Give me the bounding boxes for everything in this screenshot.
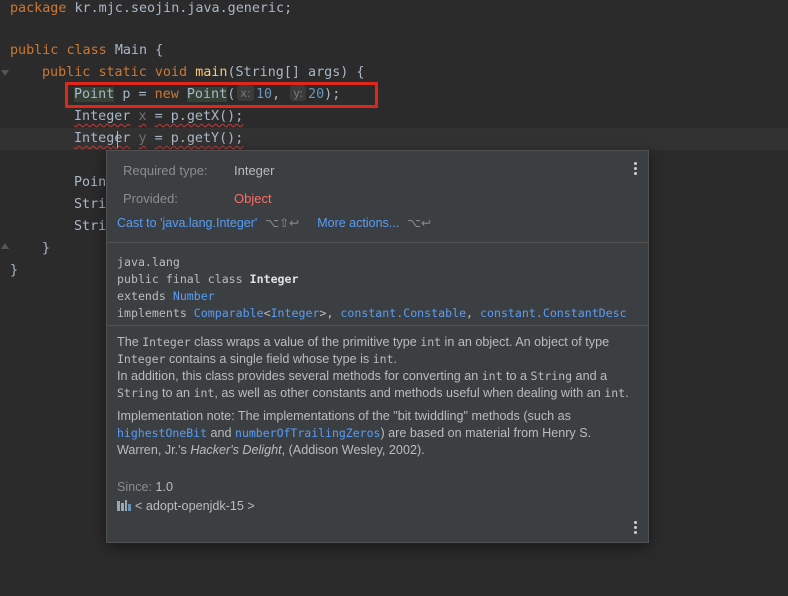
class-declaration: java.lang public final class Integer ext… — [117, 255, 627, 320]
cast-action-link[interactable]: Cast to 'java.lang.Integer' — [117, 216, 257, 230]
type-name: Integ — [74, 131, 115, 146]
class-name: Integer — [249, 272, 299, 286]
code-text: Stri — [74, 219, 107, 234]
jdk-link[interactable]: < adopt-openjdk-15 > — [117, 499, 255, 513]
brace: } — [42, 241, 51, 256]
variable: y — [138, 131, 147, 146]
code-line: Stri — [74, 194, 106, 216]
method-link[interactable]: numberOfTrailingZeros — [235, 426, 380, 440]
more-actions-link[interactable]: More actions... — [317, 216, 399, 230]
brace: } — [10, 263, 19, 278]
since-value: 1.0 — [155, 480, 174, 494]
code-line: Integer x = p.getX(); — [74, 106, 243, 128]
expression: = p.getY(); — [154, 131, 244, 146]
signature-prefix: public final class — [117, 272, 250, 286]
keyword: public — [42, 65, 91, 80]
divider — [107, 242, 648, 243]
separator: , — [326, 306, 341, 320]
fold-icon[interactable] — [1, 243, 9, 249]
package-name: java.lang — [117, 255, 180, 269]
more-vertical-icon[interactable] — [634, 162, 638, 176]
variable: x — [138, 109, 147, 124]
keyword: package — [10, 1, 67, 16]
code-line: } — [42, 238, 50, 260]
provided-type-label: Provided: — [123, 191, 178, 206]
doc-paragraph: Implementation note: The implementations… — [117, 409, 592, 457]
method-name: main — [195, 65, 228, 80]
code-line: public class Main { — [10, 40, 163, 62]
documentation-body: The Integer class wraps a value of the p… — [117, 334, 637, 459]
annotation-highlight-box — [65, 82, 378, 108]
provided-type-row: Provided: Object — [123, 191, 272, 206]
doc-paragraph: The Integer class wraps a value of the p… — [117, 335, 610, 366]
library-icon — [117, 500, 131, 511]
code-text: Poin — [74, 175, 107, 190]
interface-link[interactable]: Comparable — [194, 306, 264, 320]
doc-paragraph: In addition, this class provides several… — [117, 369, 629, 400]
more-vertical-icon[interactable] — [634, 521, 638, 535]
code-text: Stri — [74, 197, 107, 212]
code-line: Poin — [74, 172, 106, 194]
since-row: Since: 1.0 — [117, 480, 173, 494]
required-type-row: Required type: Integer — [123, 163, 274, 178]
required-type-value: Integer — [234, 163, 275, 178]
interface-link[interactable]: constant.Constable — [340, 306, 466, 320]
since-label: Since: — [117, 480, 153, 494]
quick-documentation-popup: Required type: Integer Provided: Object Ca… — [106, 150, 649, 543]
method-link[interactable]: highestOneBit — [117, 426, 207, 440]
keyword: void — [154, 65, 188, 80]
keyword: class — [66, 43, 107, 58]
text-caret — [117, 131, 118, 148]
interface-link[interactable]: constant.ConstantDesc — [480, 306, 627, 320]
jdk-label: < adopt-openjdk-15 > — [135, 499, 255, 513]
code-line: package kr.mjc.seojin.java.generic; — [10, 0, 292, 20]
keyword: static — [98, 65, 147, 80]
generic-type-link[interactable]: Integer — [271, 306, 320, 320]
fold-icon[interactable] — [1, 70, 9, 76]
quick-fix-actions: Cast to 'java.lang.Integer' ⌥⇧↩ More actio… — [117, 216, 449, 230]
divider — [107, 325, 648, 326]
provided-type-value: Object — [234, 191, 272, 206]
required-type-label: Required type: — [123, 163, 208, 178]
code-line: public static void main(String[] args) { — [42, 62, 365, 84]
implements-keyword: implements — [117, 306, 194, 320]
more-actions-shortcut: ⌥↩ — [407, 216, 432, 230]
package-name: kr.mjc.seojin.java.generic; — [74, 1, 293, 16]
code-line: Stri — [74, 216, 106, 238]
class-name: Main — [114, 43, 148, 58]
type-name: Integer — [74, 109, 131, 124]
code-line: } — [10, 260, 18, 282]
keyword: public — [10, 43, 59, 58]
brace: { — [155, 43, 164, 58]
extends-keyword: extends — [117, 289, 173, 303]
code-line: Integer y = p.getY(); — [74, 128, 243, 150]
method-args: (String[] args) { — [227, 65, 365, 80]
separator: , — [466, 306, 481, 320]
expression: = p.getX(); — [154, 109, 244, 124]
superclass-link[interactable]: Number — [173, 289, 215, 303]
cast-shortcut: ⌥⇧↩ — [265, 216, 300, 230]
